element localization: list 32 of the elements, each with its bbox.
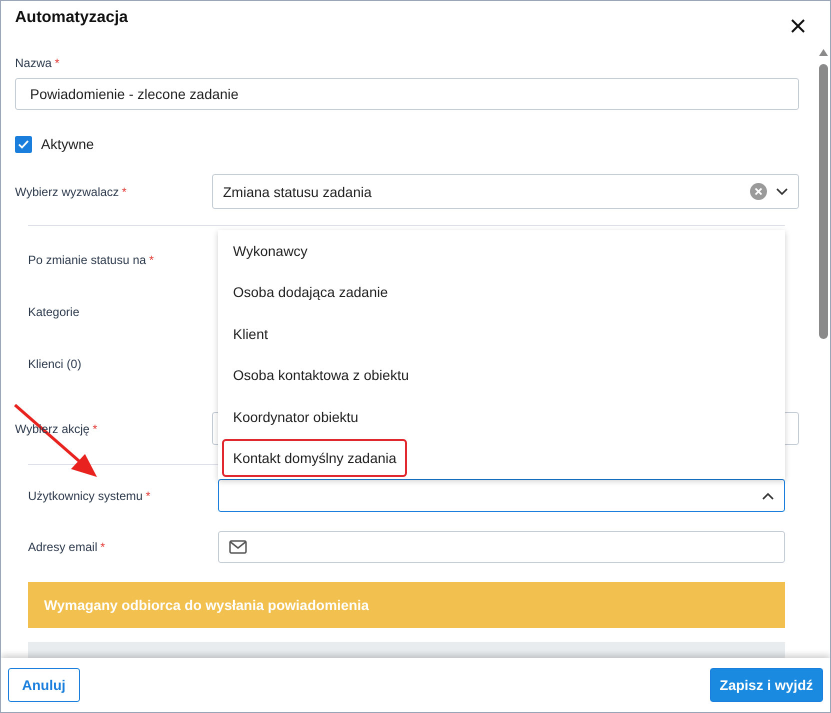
warning-banner: Wymagany odbiorca do wysłania powiadomienia [28, 582, 785, 628]
field-label: Wybierz wyzwalacz * [15, 184, 127, 198]
chevron-up-icon [762, 492, 774, 500]
active-checkbox[interactable] [15, 136, 32, 152]
trigger-select[interactable]: Zmiana statusu zadania [212, 174, 799, 209]
mail-icon [229, 540, 247, 554]
select-value: Zmiana statusu zadania [223, 184, 373, 200]
menu-item[interactable]: Wykonawcy [222, 232, 319, 270]
cancel-button[interactable]: Anuluj [8, 668, 80, 702]
field-label: Klienci (0) [28, 356, 82, 370]
close-icon [791, 19, 805, 33]
email-input[interactable] [218, 531, 785, 563]
save-button[interactable]: Zapisz i wyjdź [710, 668, 823, 702]
chevron-down-icon [776, 188, 788, 196]
scroll-up-icon[interactable] [819, 49, 828, 56]
checkmark-icon [18, 140, 29, 148]
checkbox-label: Aktywne [41, 136, 94, 152]
menu-item[interactable]: Koordynator obiektu [222, 398, 370, 436]
menu-item[interactable]: Klient [222, 314, 280, 353]
dialog-title: Automatyzacja [15, 9, 128, 27]
field-label: Nazwa * [15, 56, 60, 70]
field-label: Adresy email * [28, 540, 106, 554]
menu-item[interactable]: Osoba kontaktowa z obiektu [222, 356, 420, 394]
menu-item[interactable]: Osoba dodająca zadanie [222, 273, 399, 312]
field-label: Po zmianie statusu na * [28, 253, 154, 267]
menu-item[interactable]: Kontakt domyślny zadania [222, 439, 408, 478]
clear-icon[interactable] [750, 183, 767, 200]
scrollbar-thumb[interactable] [819, 64, 828, 339]
close-button[interactable] [790, 18, 806, 34]
field-label: Kategorie [28, 305, 80, 319]
name-input[interactable]: Powiadomienie - zlecone zadanie [15, 78, 799, 110]
field-label: Użytkownicy systemu * [28, 488, 150, 502]
